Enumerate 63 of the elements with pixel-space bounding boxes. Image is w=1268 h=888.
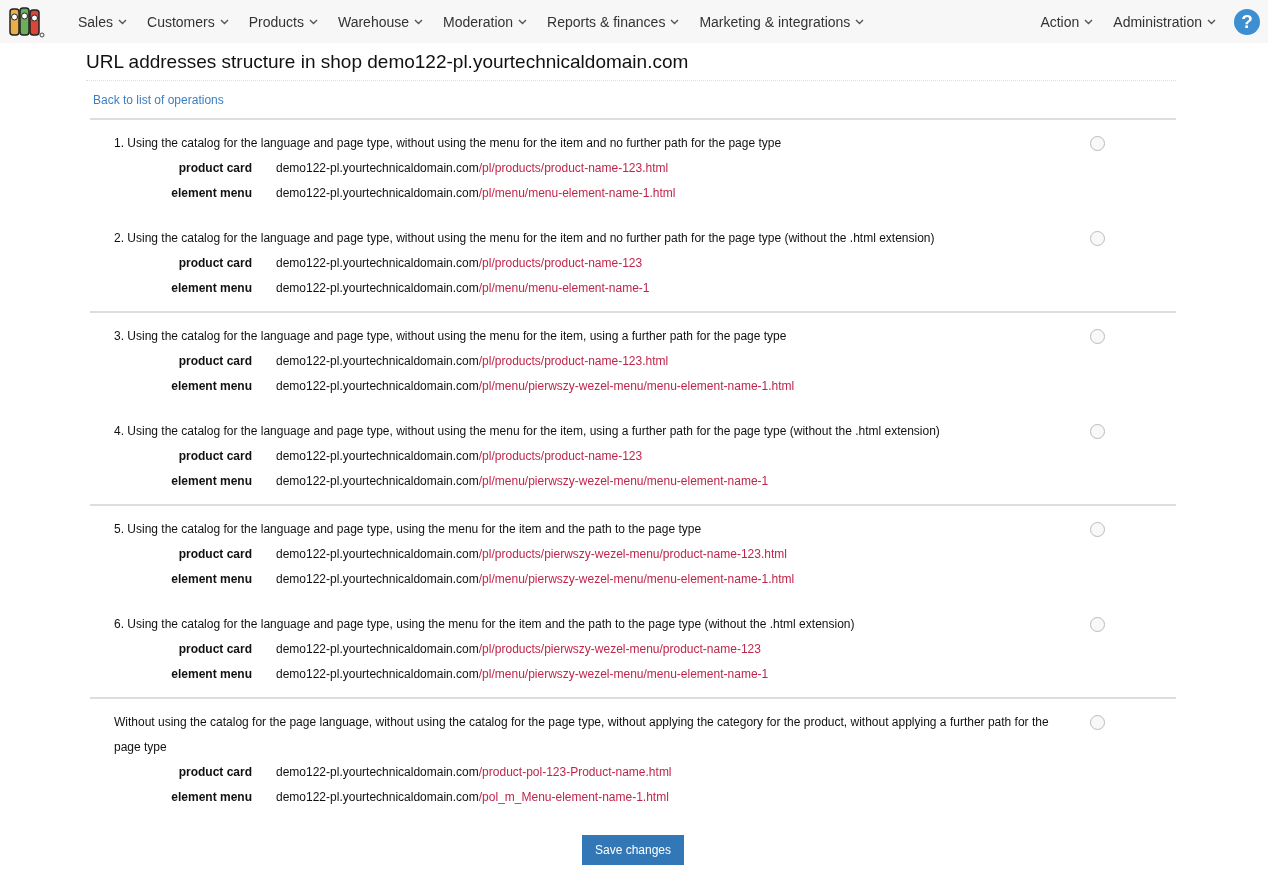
url-example: demo122-pl.yourtechnicaldomain.com/pl/menu/menu-element-name-1 bbox=[276, 280, 650, 297]
url-example: demo122-pl.yourtechnicaldomain.com/product-pol-123-Product-name.html bbox=[276, 764, 672, 781]
radio-button[interactable] bbox=[1090, 136, 1105, 151]
radio-button[interactable] bbox=[1090, 231, 1105, 246]
nav-menu[interactable]: Warehouse bbox=[327, 6, 434, 37]
url-label: element menu bbox=[170, 571, 252, 588]
caret-icon bbox=[855, 18, 865, 25]
option-description: 2. Using the catalog for the language and page type, without using the menu for the item and no further path for the page type (without the .html extension) bbox=[114, 230, 936, 247]
radio-button[interactable] bbox=[1090, 424, 1105, 439]
url-label: product card bbox=[177, 448, 252, 465]
url-example: demo122-pl.yourtechnicaldomain.com/pl/products/product-name-123.html bbox=[276, 160, 669, 177]
url-label: product card bbox=[177, 641, 252, 658]
radio-button[interactable] bbox=[1090, 617, 1105, 632]
url-example: demo122-pl.yourtechnicaldomain.com/pl/products/product-name-123.html bbox=[276, 353, 669, 370]
url-label: product card bbox=[177, 255, 252, 272]
url-label: product card bbox=[177, 764, 252, 781]
url-label: element menu bbox=[170, 666, 252, 683]
url-label: element menu bbox=[170, 378, 252, 395]
nav-menu[interactable]: Moderation bbox=[433, 6, 538, 37]
caret-icon bbox=[670, 18, 680, 25]
url-example: demo122-pl.yourtechnicaldomain.com/pl/menu/pierwszy-wezel-menu/menu-element-name-1 bbox=[276, 666, 769, 683]
caret-icon bbox=[414, 18, 424, 25]
radio-button[interactable] bbox=[1090, 522, 1105, 537]
nav-menu[interactable]: Customers bbox=[137, 6, 239, 37]
caret-icon bbox=[219, 18, 229, 25]
option-description: 3. Using the catalog for the language and page type, without using the menu for the item, using a further path for the page type bbox=[114, 328, 788, 345]
nav-menu[interactable]: Action bbox=[1030, 6, 1104, 37]
url-example: demo122-pl.yourtechnicaldomain.com/pl/products/product-name-123 bbox=[276, 255, 643, 272]
url-example: demo122-pl.yourtechnicaldomain.com/pl/menu/pierwszy-wezel-menu/menu-element-name-1 bbox=[276, 473, 769, 490]
nav-menu[interactable]: Sales bbox=[68, 6, 138, 37]
option-description: 1. Using the catalog for the language and page type, without using the menu for the item and no further path for the page type bbox=[114, 135, 783, 152]
page-title: URL addresses structure in shop demo122-pl.yourtechnicaldomain.com bbox=[86, 43, 1176, 81]
url-label: element menu bbox=[170, 473, 252, 490]
option-description: 6. Using the catalog for the language and page type, using the menu for the item and the path to the page type (without the .html extension) bbox=[114, 616, 856, 633]
url-example: demo122-pl.yourtechnicaldomain.com/pl/menu/menu-element-name-1.html bbox=[276, 185, 676, 202]
radio-button[interactable] bbox=[1090, 329, 1105, 344]
url-example: demo122-pl.yourtechnicaldomain.com/pl/products/pierwszy-wezel-menu/product-name-123.html bbox=[276, 546, 787, 563]
caret-icon bbox=[118, 18, 128, 25]
caret-icon bbox=[518, 18, 528, 25]
option-description: 4. Using the catalog for the language and page type, without using the menu for the item, using a further path for the page type (without the .html extension) bbox=[114, 423, 941, 440]
url-label: element menu bbox=[170, 789, 252, 806]
url-label: element menu bbox=[170, 185, 252, 202]
nav-menu[interactable]: Marketing & integrations bbox=[689, 6, 875, 37]
url-label: product card bbox=[177, 353, 252, 370]
url-example: demo122-pl.yourtechnicaldomain.com/pl/menu/pierwszy-wezel-menu/menu-element-name-1.html bbox=[276, 378, 795, 395]
nav-menu[interactable]: Products bbox=[238, 6, 328, 37]
nav-menu[interactable]: Reports & finances bbox=[537, 6, 690, 37]
url-label: product card bbox=[177, 160, 252, 177]
save-button[interactable]: Save changes bbox=[581, 835, 685, 865]
nav-menu[interactable]: Administration bbox=[1103, 6, 1226, 37]
caret-icon bbox=[308, 18, 318, 25]
caret-icon bbox=[1084, 18, 1094, 25]
option-description: 5. Using the catalog for the language and page type, using the menu for the item and the path to the page type bbox=[114, 521, 703, 538]
url-example: demo122-pl.yourtechnicaldomain.com/pol_m_Menu-element-name-1.html bbox=[276, 789, 669, 806]
url-label: product card bbox=[177, 546, 252, 563]
url-example: demo122-pl.yourtechnicaldomain.com/pl/products/product-name-123 bbox=[276, 448, 643, 465]
back-link[interactable]: Back to list of operations bbox=[93, 93, 224, 107]
url-example: demo122-pl.yourtechnicaldomain.com/pl/menu/pierwszy-wezel-menu/menu-element-name-1.html bbox=[276, 571, 795, 588]
caret-icon bbox=[1207, 18, 1216, 25]
url-example: demo122-pl.yourtechnicaldomain.com/pl/products/pierwszy-wezel-menu/product-name-123 bbox=[276, 641, 761, 658]
radio-button[interactable] bbox=[1090, 715, 1105, 730]
logo-drawing[interactable] bbox=[8, 5, 46, 38]
url-label: element menu bbox=[170, 280, 252, 297]
